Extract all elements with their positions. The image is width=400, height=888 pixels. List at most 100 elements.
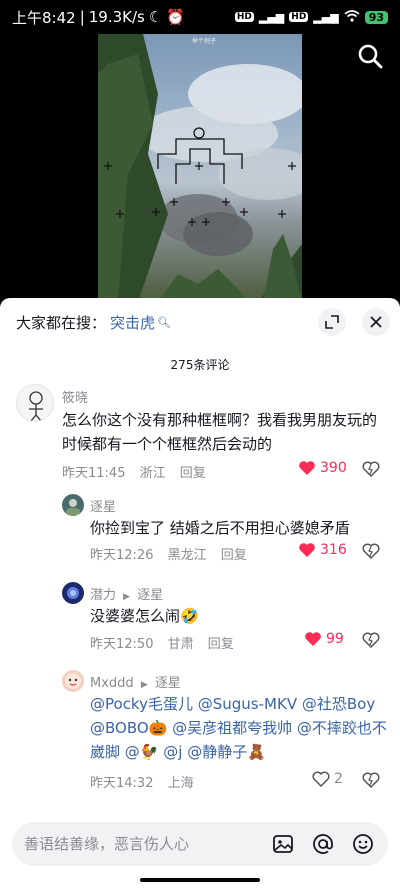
comment-input[interactable] [24,835,256,853]
like-count: 99 [326,631,344,647]
dislike-button[interactable] [362,543,380,563]
comment-location: 浙江 [139,466,166,481]
mention-line: 崴脚 @🐓 @j @静静子🧸 [90,740,390,764]
reply-arrow-icon: ▶ [123,592,131,602]
trending-term[interactable]: 突击虎 [110,312,155,333]
mention-link[interactable]: @j [163,743,182,761]
trending-label: 大家都在搜： [16,314,107,332]
signal-icon: ▂▄▆ [313,10,339,24]
svg-text:举个例子: 举个例子 [192,37,216,45]
mention-line: @Pocky毛蛋儿 @Sugus-MKV @社恐Boy [90,692,390,716]
hd-badge-icon: HD [289,12,309,22]
wifi-icon [344,9,360,25]
avatar[interactable] [62,582,84,604]
dislike-button[interactable] [362,461,380,481]
expand-button[interactable] [318,308,346,336]
video-player[interactable]: 举个例子 [0,34,400,302]
comment-text: 你捡到宝了 结婚之后不用担心婆媳矛盾 [90,519,350,537]
reply-button[interactable]: 回复 [221,548,247,563]
avatar[interactable] [62,494,84,516]
search-small-icon: 🔍︎ [157,316,171,329]
mention-link[interactable]: @静静子🧸 [187,743,266,761]
comment-username-row: Mxddd ▶ 逐星 [90,672,181,691]
mention-link[interactable]: @吴彦祖都夸我帅 [172,719,292,737]
comment-location: 上海 [167,776,194,791]
comment-username[interactable]: 潜力 [90,588,116,603]
comment-username[interactable]: 逐星 [90,496,116,515]
emoji-icon [353,834,373,854]
mention-link[interactable]: @不摔跤也不 [297,719,387,737]
dislike-button[interactable] [362,632,380,652]
mention-link[interactable]: @🐓 [125,743,159,761]
search-icon [358,44,383,69]
video-scene-illustration: 举个例子 [98,34,302,302]
comment-time: 昨天12:50 [90,637,154,652]
reply-button[interactable]: 回复 [180,466,206,481]
like-button[interactable]: 316 [298,542,347,558]
mention-link[interactable]: @BOBO🎃 [90,719,167,737]
profile-photo-icon [65,673,81,689]
comment-count: 275条评论 [170,358,230,372]
laughing-emoji-icon: 🤣 [180,607,199,625]
signal-icon: ▂▄▆ [258,10,285,24]
like-button[interactable]: 390 [298,460,347,476]
emoji-button[interactable] [350,831,376,857]
heart-icon [299,461,315,475]
dislike-heart-icon [362,543,380,560]
status-time: 上午8:42 [12,8,76,27]
comment-time: 昨天11:45 [62,466,126,481]
dislike-heart-icon [362,461,380,478]
heart-outline-icon [312,771,330,787]
status-net-speed: 19.3K/s [88,8,145,26]
comment-text: @Pocky毛蛋儿 @Sugus-MKV @社恐Boy @BOBO🎃 @吴彦祖都… [90,692,390,764]
search-button[interactable] [356,42,386,72]
alarm-icon: ⏰ [166,8,185,26]
comment-location: 黑龙江 [167,548,207,563]
dislike-heart-icon [362,772,380,789]
comment-sheet: 大家都在搜： 突击虎 🔍︎ 275条评论 [0,298,400,888]
reply-to-username[interactable]: 逐星 [155,676,181,691]
comment-meta: 昨天14:32 上海 [90,772,204,791]
mention-link[interactable]: @社恐Boy [302,695,375,713]
like-button[interactable]: 99 [304,631,344,647]
heart-icon [299,543,315,557]
expand-icon [325,315,339,329]
mention-link[interactable]: 崴脚 [90,743,120,761]
close-icon [370,316,382,328]
hd-badge-icon: HD [234,12,254,22]
image-button[interactable] [270,831,296,857]
at-icon [313,834,333,854]
profile-photo-icon [66,499,80,516]
dislike-button[interactable] [362,772,380,792]
comment-username-row: 潜力 ▶ 逐星 [90,584,163,603]
battery-indicator: 93 [364,10,388,24]
status-bar: 上午8:42 | 19.3K/s ☾ ⏰ HD ▂▄▆ HD ▂▄▆ 93 [0,0,400,34]
comment-location: 甘肃 [167,637,194,652]
comment-text: 怎么你这个没有那种框框啊？我看我男朋友玩的时候都有一个个框框然后会动的 [62,411,378,453]
avatar[interactable] [16,384,54,422]
comment-meta: 昨天11:45 浙江 回复 [62,462,216,481]
avatar[interactable] [62,670,84,692]
mention-link[interactable]: @Pocky毛蛋儿 [90,695,193,713]
reply-button[interactable]: 回复 [208,637,234,652]
comment-username[interactable]: 筱晓 [62,387,88,406]
reply-to-username[interactable]: 逐星 [137,588,163,603]
comment-text: 没婆婆怎么闹🤣 [90,604,386,628]
image-icon [273,835,293,853]
dislike-heart-icon [362,632,380,649]
video-frame[interactable]: 举个例子 [98,34,302,302]
status-divider: | [79,8,85,26]
comment-username[interactable]: Mxddd [90,676,134,691]
comment-time: 昨天12:26 [90,548,154,563]
comment-input-bar [12,822,388,866]
trending-search[interactable]: 大家都在搜： 突击虎 🔍︎ [16,312,171,333]
moon-icon: ☾ [148,8,163,26]
heart-icon [305,632,321,646]
comment-meta: 昨天12:26 黑龙江 回复 [90,544,257,563]
mention-button[interactable] [310,831,336,857]
comment-text-content: 没婆婆怎么闹 [90,607,181,625]
close-button[interactable] [362,308,390,336]
like-count: 316 [320,542,347,558]
like-button[interactable]: 2 [312,771,343,787]
mention-link[interactable]: @Sugus-MKV [198,695,297,713]
